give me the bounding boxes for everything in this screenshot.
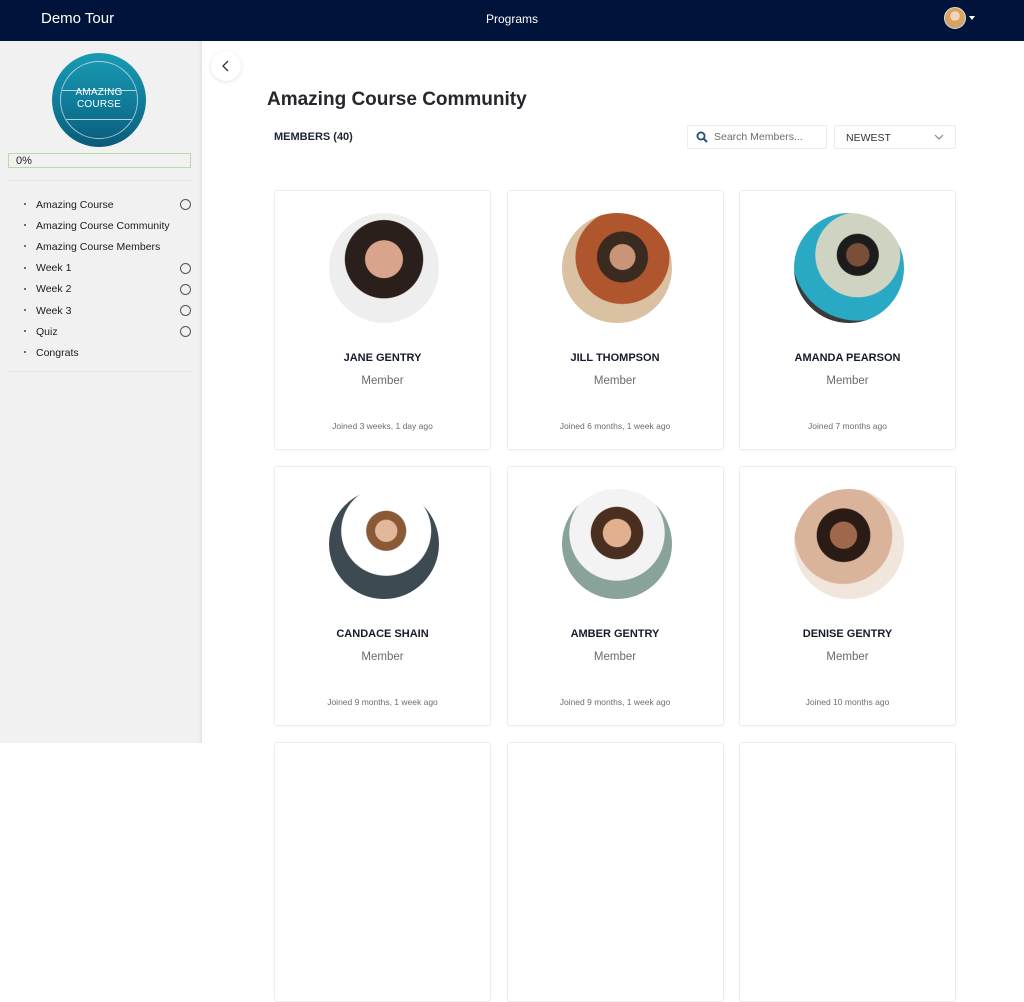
member-card[interactable]: DENISE GENTRY Member Joined 10 months ag… (739, 466, 956, 726)
member-joined-date: Joined 3 weeks, 1 day ago (332, 421, 433, 431)
user-menu[interactable] (944, 7, 975, 29)
member-card[interactable] (739, 742, 956, 1002)
member-avatar[interactable] (794, 489, 904, 599)
member-joined-date: Joined 9 months, 1 week ago (327, 697, 438, 707)
search-members-box[interactable] (687, 125, 827, 149)
sidebar-item[interactable]: Amazing Course Community (0, 215, 202, 236)
member-card[interactable]: JANE GENTRY Member Joined 3 weeks, 1 day… (274, 190, 491, 450)
sidebar-item[interactable]: Week 3 (0, 300, 202, 321)
course-sidebar: AMAZING COURSE 0% Amazing Course Amazing… (0, 41, 202, 743)
sidebar-item-label: Amazing Course (36, 198, 114, 211)
members-count-heading: MEMBERS (40) (274, 131, 353, 143)
sidebar-item-label: Quiz (36, 325, 58, 338)
bullet-icon (24, 351, 26, 354)
sidebar-item-label: Week 3 (36, 304, 72, 317)
member-name[interactable]: AMBER GENTRY (508, 628, 723, 640)
user-avatar[interactable] (944, 7, 966, 29)
sidebar-menu: Amazing Course Amazing Course Community … (0, 194, 202, 364)
bullet-icon (24, 266, 26, 269)
member-avatar[interactable] (329, 213, 439, 323)
bullet-icon (24, 308, 26, 311)
course-progress-bar: 0% (8, 153, 191, 168)
sidebar-item[interactable]: Quiz (0, 321, 202, 342)
member-card[interactable]: CANDACE SHAIN Member Joined 9 months, 1 … (274, 466, 491, 726)
progress-text: 0% (16, 155, 32, 167)
member-role: Member (593, 651, 637, 663)
completion-circle-icon[interactable] (180, 304, 191, 316)
member-role: Member (826, 651, 869, 663)
member-joined-date: Joined 7 months ago (808, 421, 887, 431)
member-avatar[interactable] (329, 489, 439, 599)
nav-programs-container: Programs (0, 12, 1024, 26)
nav-programs-link[interactable]: Programs (486, 12, 538, 26)
course-badge-logo: AMAZING COURSE (52, 53, 146, 147)
member-avatar[interactable] (794, 213, 904, 323)
sidebar-item[interactable]: Amazing Course (0, 194, 202, 215)
search-icon (696, 131, 708, 143)
sort-selected-value: NEWEST (846, 132, 891, 144)
sidebar-item-label: Week 2 (36, 283, 72, 296)
member-name[interactable]: JILL THOMPSON (508, 352, 723, 364)
completion-circle-icon[interactable] (180, 283, 191, 295)
badge-label: AMAZING COURSE (52, 87, 146, 111)
sidebar-item-label: Congrats (36, 346, 79, 359)
member-card[interactable]: AMANDA PEARSON Member Joined 7 months ag… (739, 190, 956, 450)
sidebar-item[interactable]: Congrats (0, 342, 202, 363)
member-name[interactable]: CANDACE SHAIN (275, 628, 490, 640)
chevron-down-icon (934, 134, 944, 140)
member-role: Member (361, 375, 404, 387)
member-name[interactable]: AMANDA PEARSON (740, 352, 955, 364)
top-navbar: Demo Tour Programs (0, 0, 1024, 41)
sidebar-item[interactable]: Amazing Course Members (0, 236, 202, 257)
sidebar-item-label: Week 1 (36, 262, 72, 275)
sidebar-divider (8, 180, 191, 181)
member-role: Member (361, 651, 404, 663)
bullet-icon (24, 245, 26, 248)
member-card[interactable]: AMBER GENTRY Member Joined 9 months, 1 w… (506, 466, 724, 726)
back-button[interactable] (211, 51, 241, 81)
page-title: Amazing Course Community (267, 89, 527, 110)
member-name[interactable]: DENISE GENTRY (740, 628, 955, 640)
member-joined-date: Joined 10 months ago (805, 697, 890, 707)
sidebar-divider (8, 371, 191, 372)
badge-line-1: AMAZING (75, 87, 123, 98)
member-role: Member (826, 375, 869, 387)
search-members-input[interactable] (714, 131, 824, 143)
member-card[interactable] (506, 742, 724, 1002)
bullet-icon (24, 203, 26, 205)
bullet-icon (24, 330, 26, 333)
member-role: Member (593, 375, 637, 387)
member-joined-date: Joined 9 months, 1 week ago (559, 697, 671, 707)
brand-title[interactable]: Demo Tour (41, 10, 114, 27)
chevron-left-icon (222, 60, 229, 72)
bullet-icon (24, 287, 26, 290)
sidebar-item-label: Amazing Course Members (36, 240, 161, 253)
sidebar-item[interactable]: Week 2 (0, 279, 202, 300)
bullet-icon (24, 224, 26, 227)
member-card[interactable]: JILL THOMPSON Member Joined 6 months, 1 … (506, 190, 724, 450)
completion-circle-icon[interactable] (180, 326, 191, 338)
member-name[interactable]: JANE GENTRY (275, 352, 490, 364)
completion-circle-icon[interactable] (180, 199, 191, 210)
member-avatar[interactable] (561, 213, 672, 323)
sort-dropdown[interactable]: NEWEST (834, 125, 956, 149)
sidebar-item-label: Amazing Course Community (36, 219, 170, 232)
badge-line-2: COURSE (77, 99, 121, 110)
member-avatar[interactable] (561, 489, 672, 599)
sidebar-item[interactable]: Week 1 (0, 258, 202, 279)
member-joined-date: Joined 6 months, 1 week ago (559, 421, 671, 431)
completion-circle-icon[interactable] (180, 262, 191, 274)
caret-down-icon (969, 16, 975, 20)
member-card[interactable] (274, 742, 491, 1002)
